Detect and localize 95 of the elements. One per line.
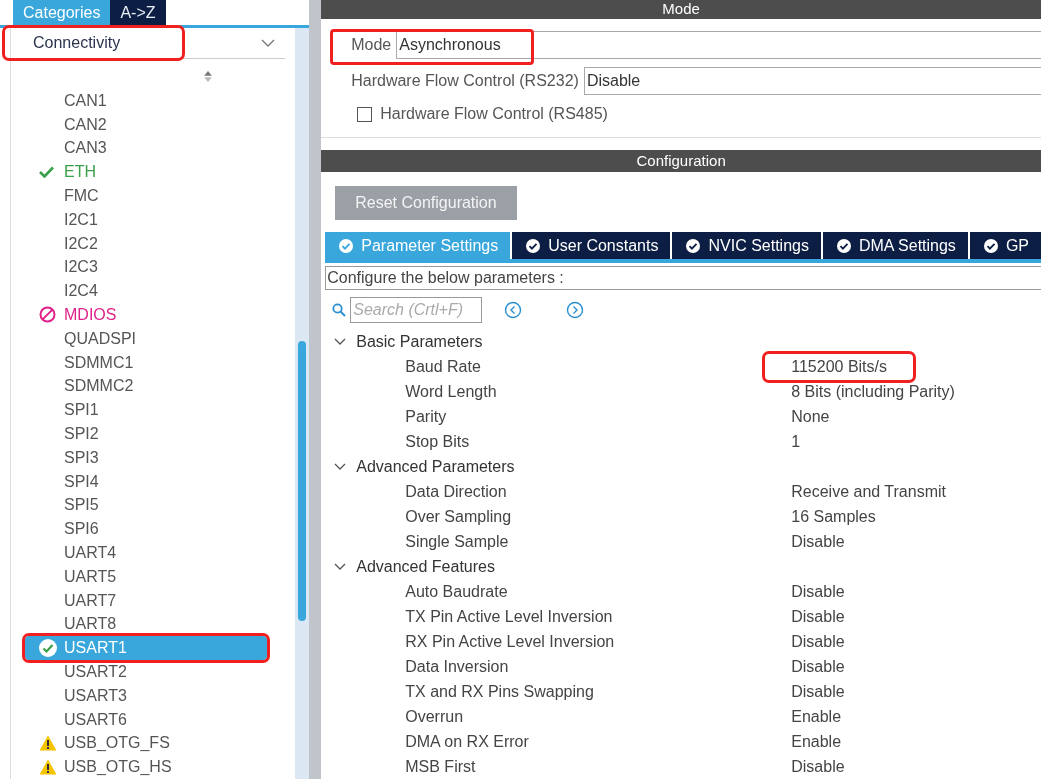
peripheral-item[interactable]: USART3	[11, 683, 268, 708]
peripheral-item[interactable]: UART4	[11, 541, 268, 565]
parameter-name: Data Direction	[404, 482, 508, 501]
peripheral-item[interactable]: QUADSPI	[11, 326, 268, 351]
parameter-value[interactable]: Enable	[765, 703, 868, 730]
next-icon[interactable]	[566, 301, 585, 319]
chevron-down-icon	[261, 39, 276, 47]
peripheral-item[interactable]: SPI3	[11, 445, 268, 470]
check-icon	[39, 166, 54, 179]
peripheral-item[interactable]: SPI6	[11, 517, 268, 542]
parameter-value[interactable]: Disable	[765, 678, 871, 705]
hint-text: Configure the below parameters :	[325, 266, 1041, 290]
checkbox[interactable]	[357, 106, 373, 122]
parameter-value[interactable]: Disable	[765, 653, 871, 680]
search-icon	[332, 303, 347, 317]
parameter-value[interactable]: Disable	[765, 578, 871, 605]
parameter-value[interactable]: Disable	[765, 628, 871, 655]
parameter-name: Stop Bits	[404, 432, 471, 451]
peripheral-item[interactable]: MDIOS	[11, 303, 268, 327]
parameter-name: TX Pin Active Level Inversion	[404, 607, 614, 626]
peripheral-item[interactable]: SPI1	[11, 398, 268, 423]
group-label: Advanced Features	[356, 557, 495, 576]
peripheral-item[interactable]: USB_OTG_HS	[11, 755, 268, 779]
prohibited-icon	[39, 306, 56, 324]
peripheral-item[interactable]: SDMMC2	[11, 374, 268, 399]
parameter-name: MSB First	[404, 757, 477, 776]
sidebar-tab[interactable]: A->Z	[110, 0, 166, 25]
parameter-name: Word Length	[404, 382, 498, 401]
group-label: Basic Parameters	[356, 332, 483, 351]
settings-tab[interactable]: DMA Settings	[822, 232, 968, 259]
peripheral-item[interactable]: USART2	[11, 660, 268, 684]
peripheral-item[interactable]: SPI4	[11, 469, 268, 494]
peripheral-item[interactable]: UART8	[11, 612, 268, 637]
parameter-name: Overrun	[404, 707, 465, 726]
sort-icon[interactable]	[203, 71, 214, 82]
peripheral-item[interactable]: I2C3	[11, 255, 268, 280]
check-circle-icon	[983, 238, 998, 253]
peripheral-item[interactable]: UART5	[11, 564, 268, 589]
scrollbar-thumb[interactable]	[298, 341, 307, 621]
flow-control-dropdown[interactable]: Disable	[583, 67, 1041, 95]
field-label: Mode	[351, 36, 392, 54]
check-circle-icon	[339, 238, 354, 253]
check-circle-icon	[39, 639, 57, 658]
section-header: Mode	[321, 0, 1041, 19]
peripheral-item[interactable]: FMC	[11, 184, 268, 208]
parameter-value[interactable]: 115200 Bits/s	[765, 353, 913, 380]
parameter-name: Baud Rate	[404, 357, 482, 376]
check-circle-icon	[686, 238, 701, 253]
peripheral-item[interactable]: SPI5	[11, 493, 268, 518]
parameter-name: Parity	[404, 407, 448, 426]
parameter-value[interactable]: Disable	[765, 603, 871, 630]
chevron-down-icon[interactable]	[334, 337, 347, 346]
check-circle-icon	[836, 238, 851, 253]
field-label: Hardware Flow Control (RS232)	[351, 72, 579, 90]
peripheral-item[interactable]: CAN1	[11, 88, 268, 113]
warning-icon	[39, 759, 57, 776]
category-dropdown[interactable]: Connectivity	[5, 28, 183, 58]
peripheral-item[interactable]: CAN2	[11, 112, 268, 137]
chevron-down-icon[interactable]	[334, 462, 347, 471]
checkbox-label: Hardware Flow Control (RS485)	[380, 105, 608, 123]
warning-icon	[39, 735, 57, 752]
settings-tab[interactable]: NVIC Settings	[672, 232, 821, 259]
parameter-name: TX and RX Pins Swapping	[404, 682, 595, 701]
peripheral-item[interactable]: SPI2	[11, 422, 268, 446]
parameter-name: Auto Baudrate	[404, 582, 509, 601]
parameter-name: RX Pin Active Level Inversion	[404, 632, 616, 651]
parameter-name: DMA on RX Error	[404, 732, 530, 751]
peripheral-item[interactable]: SDMMC1	[11, 350, 268, 375]
peripheral-item[interactable]: USB_OTG_FS	[11, 731, 268, 756]
parameter-value[interactable]: 8 Bits (including Parity)	[765, 378, 981, 405]
parameter-value[interactable]: 16 Samples	[765, 503, 902, 530]
settings-tab[interactable]: GP	[969, 232, 1041, 259]
settings-tab[interactable]: User Constants	[512, 232, 671, 259]
chevron-down-icon[interactable]	[334, 562, 347, 571]
peripheral-item[interactable]: USART6	[11, 707, 268, 732]
parameter-value[interactable]: Enable	[765, 728, 868, 755]
peripheral-item[interactable]: I2C4	[11, 279, 268, 304]
peripheral-item[interactable]: CAN3	[11, 136, 268, 161]
peripheral-item[interactable]: I2C1	[11, 207, 268, 232]
previous-icon[interactable]	[504, 301, 523, 319]
peripheral-item[interactable]: I2C2	[11, 231, 268, 256]
mode-dropdown[interactable]: Asynchronous	[396, 31, 1041, 59]
section-header: Configuration	[321, 150, 1041, 172]
check-circle-icon	[526, 238, 541, 253]
parameter-value[interactable]: None	[765, 403, 856, 430]
parameter-name: Single Sample	[404, 532, 510, 551]
search-field[interactable]: Search (Crtl+F)	[350, 297, 483, 323]
parameter-value[interactable]: 1	[765, 428, 827, 455]
group-label: Advanced Parameters	[356, 457, 515, 476]
parameter-value[interactable]: Disable	[765, 753, 871, 779]
parameter-name: Over Sampling	[404, 507, 513, 526]
parameter-name: Data Inversion	[404, 657, 510, 676]
parameter-value[interactable]: Disable	[765, 528, 871, 555]
peripheral-item[interactable]: UART7	[11, 588, 268, 613]
parameter-value[interactable]: Receive and Transmit	[765, 478, 972, 505]
